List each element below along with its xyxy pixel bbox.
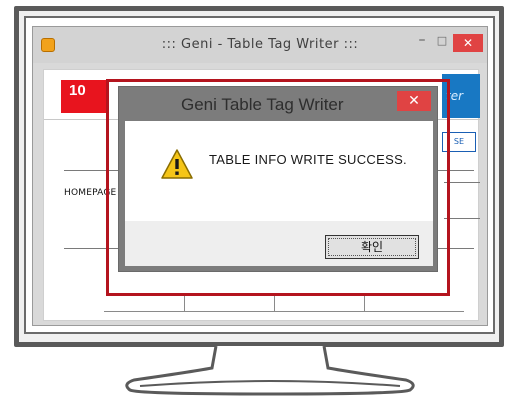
grid-separator [184,296,185,312]
maximize-button[interactable]: □ [434,34,450,48]
monitor-stand [125,345,415,396]
dialog-message: TABLE INFO WRITE SUCCESS. [209,152,407,167]
app-titlebar: ::: Geni - Table Tag Writer ::: – □ ✕ [33,27,487,63]
minimize-button[interactable]: – [413,33,431,49]
ok-button-label: 확인 [360,240,384,254]
close-button[interactable]: ✕ [453,34,483,52]
grid-separator [274,296,275,312]
table-row [104,296,464,312]
step-badge: 10 [61,80,106,113]
dialog-footer: 확인 [125,221,433,266]
grid-separator [364,296,365,312]
warning-icon [161,149,193,179]
ok-button[interactable]: 확인 [325,235,419,259]
dialog-body: TABLE INFO WRITE SUCCESS. [125,121,433,221]
dialog-title: Geni Table Tag Writer [181,95,344,114]
dialog-close-button[interactable]: ✕ [397,91,431,111]
message-dialog: Geni Table Tag Writer ✕ TABLE INFO WRITE… [118,86,438,272]
